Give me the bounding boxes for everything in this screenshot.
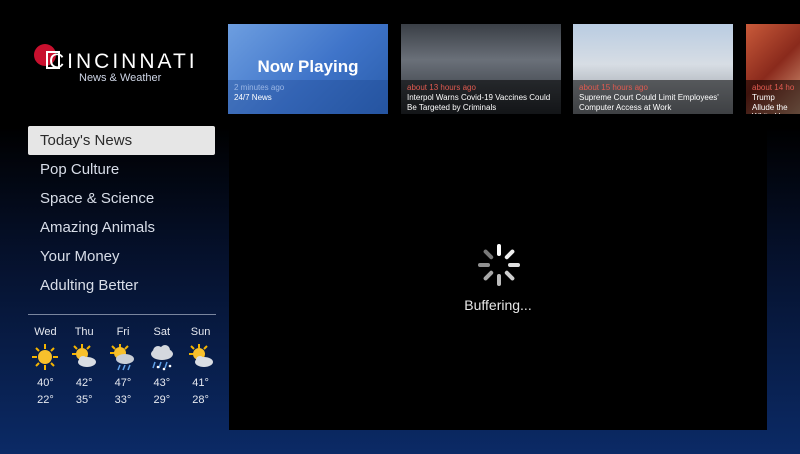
low-temp: 28° bbox=[192, 394, 209, 406]
now-playing-label: Now Playing bbox=[257, 57, 359, 76]
video-player[interactable]: Buffering... bbox=[229, 121, 767, 430]
menu-item-todays-news[interactable]: Today's News bbox=[28, 126, 215, 155]
menu-divider bbox=[28, 314, 216, 315]
low-temp: 33° bbox=[114, 394, 132, 406]
forecast-day: Sat 43° 29° bbox=[142, 323, 181, 409]
day-name: Sun bbox=[190, 326, 211, 338]
tile-age: 2 minutes ago bbox=[234, 83, 285, 92]
station-logo: CINCINNATI News & Weather bbox=[34, 44, 214, 88]
buffering-status: Buffering... bbox=[464, 297, 532, 313]
high-temp: 43° bbox=[153, 377, 171, 389]
high-temp: 41° bbox=[192, 377, 209, 389]
day-name: Fri bbox=[116, 326, 130, 338]
forecast-day: Fri 47° 33° bbox=[104, 323, 143, 409]
tile-headline: Interpol Warns Covid-19 Vaccines Could B… bbox=[407, 93, 551, 112]
low-temp: 35° bbox=[75, 394, 93, 406]
low-temp: 29° bbox=[153, 394, 171, 406]
sunny-icon bbox=[26, 341, 65, 373]
menu-item-space-science[interactable]: Space & Science bbox=[28, 184, 215, 213]
tile-age: about 13 hours ago bbox=[407, 83, 476, 92]
video-carousel: Now Playing 2 minutes ago 24/7 News abou… bbox=[228, 24, 800, 114]
tile-caption: about 15 hours ago Supreme Court Could L… bbox=[573, 80, 733, 114]
forecast-day: Thu 42° 35° bbox=[65, 323, 104, 409]
partly-cloudy-icon bbox=[65, 341, 104, 373]
forecast-day: Sun 41° 28° bbox=[181, 323, 220, 409]
low-temp: 22° bbox=[37, 394, 54, 406]
high-temp: 42° bbox=[75, 377, 93, 389]
video-tile[interactable]: about 13 hours ago Interpol Warns Covid-… bbox=[401, 24, 561, 114]
tile-headline: Supreme Court Could Limit Employees' Com… bbox=[579, 93, 719, 112]
menu-item-adulting-better[interactable]: Adulting Better bbox=[28, 271, 215, 300]
day-name: Wed bbox=[34, 326, 57, 338]
menu-item-your-money[interactable]: Your Money bbox=[28, 242, 215, 271]
menu-item-pop-culture[interactable]: Pop Culture bbox=[28, 155, 215, 184]
tile-headline: 24/7 News bbox=[234, 93, 272, 102]
tile-headline: Trump Allude the White Ho bbox=[752, 93, 788, 114]
high-temp: 40° bbox=[37, 377, 54, 389]
logo-subtitle: News & Weather bbox=[79, 72, 162, 84]
weather-forecast: Wed 40° 22° Thu 42° 35° Fri 47° 33° Sat … bbox=[26, 323, 220, 409]
rain-sun-icon bbox=[104, 341, 143, 373]
day-name: Sat bbox=[153, 326, 171, 338]
high-temp: 47° bbox=[114, 377, 132, 389]
now-playing-tile[interactable]: Now Playing 2 minutes ago 24/7 News bbox=[228, 24, 388, 114]
partly-cloudy-icon bbox=[181, 341, 220, 373]
tile-age: about 15 hours ago bbox=[579, 83, 648, 92]
category-menu: Today's News Pop Culture Space & Science… bbox=[28, 126, 215, 300]
menu-item-amazing-animals[interactable]: Amazing Animals bbox=[28, 213, 215, 242]
tile-age: about 14 ho bbox=[752, 83, 795, 92]
snow-rain-icon bbox=[142, 341, 181, 373]
loading-spinner-icon bbox=[477, 243, 521, 287]
video-tile[interactable]: about 15 hours ago Supreme Court Could L… bbox=[573, 24, 733, 114]
tile-caption: about 13 hours ago Interpol Warns Covid-… bbox=[401, 80, 561, 114]
day-name: Thu bbox=[74, 326, 94, 338]
tile-caption: about 14 ho Trump Allude the White Ho bbox=[746, 80, 800, 114]
logo-name: CINCINNATI bbox=[49, 50, 198, 73]
video-tile[interactable]: about 14 ho Trump Allude the White Ho bbox=[746, 24, 800, 114]
forecast-day: Wed 40° 22° bbox=[26, 323, 65, 409]
tile-caption: 2 minutes ago 24/7 News bbox=[228, 80, 388, 114]
